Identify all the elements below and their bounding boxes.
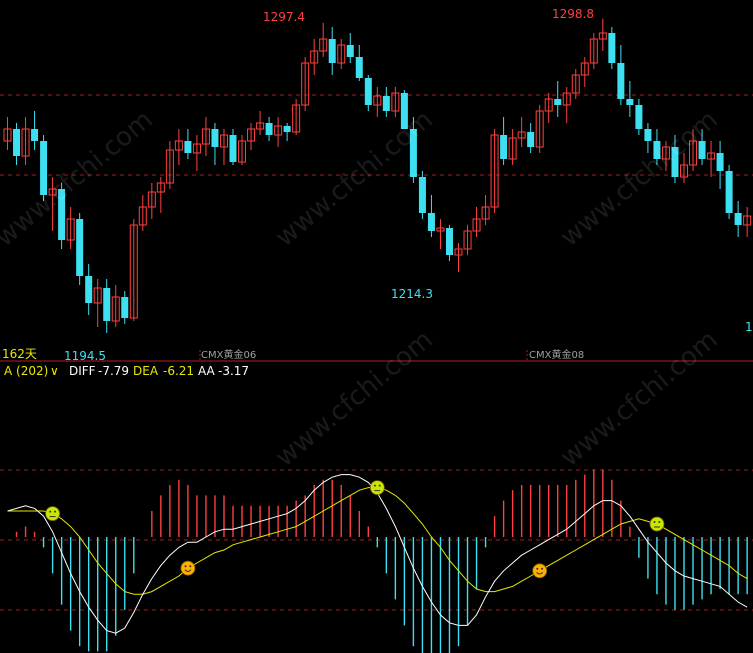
smiley-icon: [45, 506, 60, 521]
candle-body: [725, 171, 733, 213]
price-chart[interactable]: 1297.4 1298.8 1194.5 1214.3 1 162天 CMX黄金06 CMX黄…: [0, 0, 753, 653]
period-label: 162天: [2, 347, 37, 361]
candle-body: [229, 135, 237, 162]
smiley-icon: [532, 563, 548, 579]
indicator-header: A (202) ∨ DIFF -7.79 DEA -6.21 AA -3.17: [0, 362, 753, 380]
candle-body: [364, 78, 372, 105]
candle-body: [716, 153, 724, 171]
candle-body: [328, 39, 336, 63]
candle-body: [58, 189, 66, 240]
candle-body: [635, 105, 643, 129]
candle-body: [184, 141, 192, 153]
candle-body: [500, 135, 508, 159]
candle-body: [626, 99, 634, 105]
candle-body: [283, 126, 291, 132]
candle-body: [121, 297, 129, 318]
price-high-label: 1298.8: [552, 7, 594, 21]
price-high-label: 1297.4: [263, 10, 305, 24]
candle-body: [211, 129, 219, 147]
smiley-eye: [378, 484, 381, 487]
candle-body: [346, 45, 354, 57]
smiley-eye: [54, 510, 56, 513]
smiley-icon: [369, 480, 385, 496]
candle-body: [382, 96, 390, 111]
diff-label: DIFF: [69, 364, 96, 378]
candle-body: [644, 129, 652, 141]
candle-body: [76, 219, 84, 276]
candle-body: [400, 93, 408, 129]
candle-body: [617, 63, 625, 99]
smiley-eye: [536, 567, 539, 570]
candle-body: [31, 129, 39, 141]
price-low-label: 1: [745, 320, 753, 334]
candle-body: [734, 213, 742, 225]
smiley-eye: [49, 510, 52, 513]
aa-label: AA: [198, 364, 215, 378]
candle-body: [608, 33, 616, 63]
smiley-eye: [189, 565, 192, 568]
diff-value: -7.79: [98, 364, 130, 378]
smiley-eye: [373, 484, 376, 487]
candle-body: [653, 141, 661, 159]
candle-body: [671, 147, 679, 177]
dea-value: -6.21: [163, 364, 195, 378]
contract-label: CMX黄金08: [529, 348, 584, 361]
candle-body: [427, 213, 435, 231]
smiley-eye: [184, 565, 187, 568]
candle-body: [409, 129, 417, 177]
smiley-icon: [180, 560, 196, 576]
price-low-label: 1194.5: [64, 349, 106, 363]
diff-line: [7, 474, 748, 634]
candle-body: [355, 57, 363, 78]
indicator-name[interactable]: A (202): [4, 362, 48, 380]
candle-body: [265, 123, 273, 135]
smiley-eye: [658, 521, 661, 523]
candle-body: [418, 177, 426, 213]
price-low-label: 1214.3: [391, 287, 433, 301]
candle-body: [527, 132, 535, 147]
chevron-down-icon[interactable]: ∨: [50, 362, 59, 380]
smiley-eye: [541, 567, 544, 570]
candle-body: [554, 99, 562, 105]
aa-value: -3.17: [218, 364, 250, 378]
dea-label: DEA: [133, 364, 159, 378]
candle-body: [103, 288, 111, 321]
candle-body: [698, 141, 706, 159]
contract-label: CMX黄金06: [201, 348, 256, 361]
candle-body: [40, 141, 48, 195]
candle-body: [13, 129, 21, 156]
candle-body: [85, 276, 93, 303]
candle-body: [445, 228, 453, 255]
smiley-eye: [653, 521, 656, 523]
smiley-icon: [649, 516, 665, 532]
